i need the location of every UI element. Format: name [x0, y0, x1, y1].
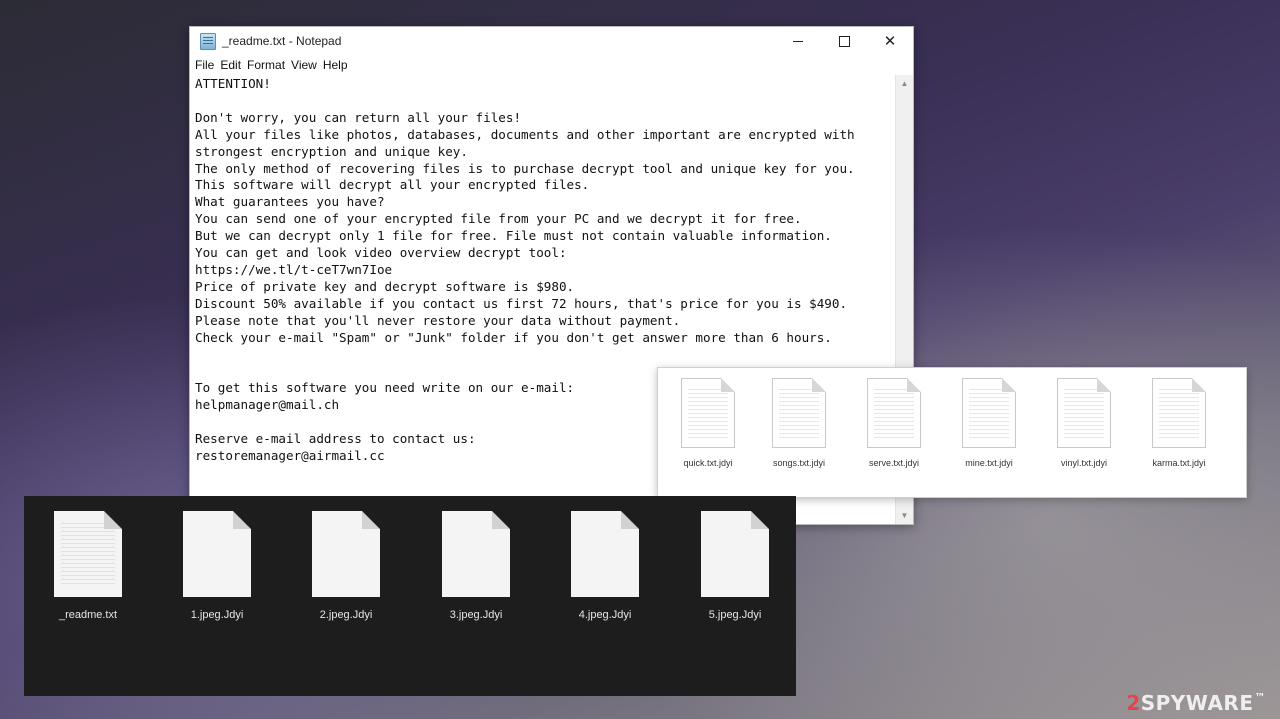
file-item[interactable]: quick.txt.jdyi	[668, 378, 748, 468]
scroll-down-icon[interactable]: ▼	[896, 507, 913, 524]
file-item[interactable]: 1.jpeg.Jdyi	[167, 511, 267, 621]
file-item[interactable]: serve.txt.jdyi	[854, 378, 934, 468]
blank-file-icon	[701, 511, 769, 597]
document-icon	[681, 378, 735, 448]
file-item[interactable]: 2.jpeg.Jdyi	[296, 511, 396, 621]
file-item[interactable]: 5.jpeg.Jdyi	[685, 511, 785, 621]
file-item[interactable]: vinyl.txt.jdyi	[1044, 378, 1124, 468]
maximize-icon	[838, 35, 850, 47]
minimize-icon	[793, 40, 803, 42]
document-icon	[962, 378, 1016, 448]
menu-bar: File Edit Format View Help	[190, 55, 913, 75]
file-name: 2.jpeg.Jdyi	[319, 609, 373, 621]
menu-help[interactable]: Help	[323, 58, 348, 72]
blank-file-icon	[312, 511, 380, 597]
file-item[interactable]: _readme.txt	[38, 511, 138, 621]
blank-file-icon	[183, 511, 251, 597]
file-name: 3.jpeg.Jdyi	[449, 609, 503, 621]
notepad-icon	[200, 32, 216, 50]
document-icon	[1152, 378, 1206, 448]
blank-file-icon	[442, 511, 510, 597]
file-item[interactable]: mine.txt.jdyi	[949, 378, 1029, 468]
watermark-logo: 2SPYWARE™	[1126, 691, 1266, 715]
menu-format[interactable]: Format	[247, 58, 285, 72]
window-title: _readme.txt - Notepad	[222, 34, 342, 48]
scroll-up-icon[interactable]: ▲	[896, 75, 913, 92]
file-name: vinyl.txt.jdyi	[1060, 458, 1107, 468]
blank-file-icon	[571, 511, 639, 597]
menu-view[interactable]: View	[291, 58, 317, 72]
close-icon: ✕	[883, 33, 897, 50]
text-document-icon	[54, 511, 122, 597]
file-item[interactable]: 4.jpeg.Jdyi	[555, 511, 655, 621]
file-name: _readme.txt	[58, 609, 118, 621]
file-name: quick.txt.jdyi	[683, 458, 733, 468]
explorer-files-panel: _readme.txt 1.jpeg.Jdyi 2.jpeg.Jdyi 3.jp…	[24, 496, 796, 696]
file-name: 1.jpeg.Jdyi	[190, 609, 244, 621]
minimize-button[interactable]	[775, 27, 821, 55]
title-bar[interactable]: _readme.txt - Notepad ✕	[190, 27, 913, 55]
document-icon	[772, 378, 826, 448]
maximize-button[interactable]	[821, 27, 867, 55]
file-name: serve.txt.jdyi	[868, 458, 919, 468]
file-name: karma.txt.jdyi	[1152, 458, 1206, 468]
encrypted-files-panel: quick.txt.jdyi songs.txt.jdyi serve.txt.…	[657, 367, 1247, 498]
file-name: songs.txt.jdyi	[772, 458, 826, 468]
file-item[interactable]: songs.txt.jdyi	[759, 378, 839, 468]
document-icon	[1057, 378, 1111, 448]
file-name: 5.jpeg.Jdyi	[708, 609, 762, 621]
close-button[interactable]: ✕	[867, 27, 913, 55]
file-name: mine.txt.jdyi	[965, 458, 1013, 468]
file-item[interactable]: 3.jpeg.Jdyi	[426, 511, 526, 621]
menu-file[interactable]: File	[195, 58, 214, 72]
window-controls: ✕	[775, 27, 913, 55]
file-name: 4.jpeg.Jdyi	[578, 609, 632, 621]
file-item[interactable]: karma.txt.jdyi	[1139, 378, 1219, 468]
menu-edit[interactable]: Edit	[220, 58, 241, 72]
document-icon	[867, 378, 921, 448]
